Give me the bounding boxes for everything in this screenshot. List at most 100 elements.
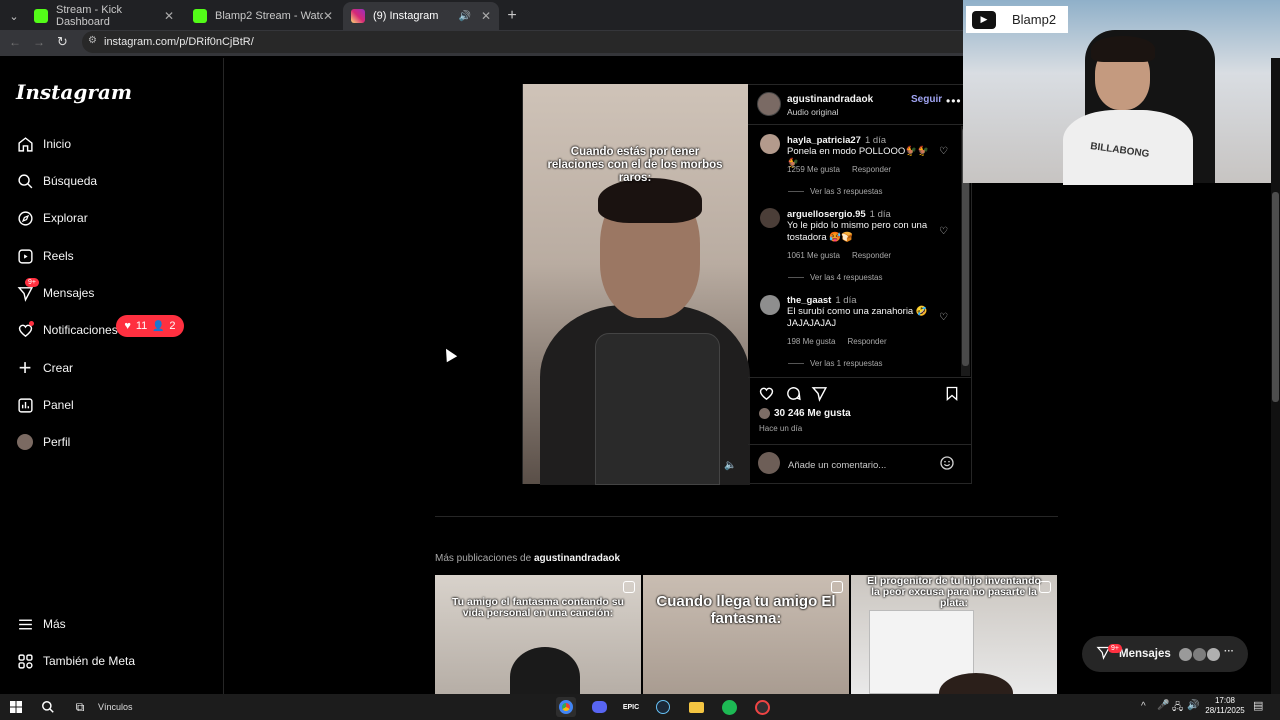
divider (748, 124, 972, 125)
page-scrollbar-thumb[interactable] (1272, 192, 1279, 402)
unread-badge: 9+ (25, 278, 39, 287)
liker-avatar (759, 408, 770, 419)
task-view-icon[interactable]: ⧉ (70, 697, 90, 717)
person-icon: 👤 (152, 320, 165, 332)
emoji-icon[interactable] (939, 455, 955, 476)
view-replies-button[interactable]: Ver las 4 respuestas (788, 273, 882, 282)
meta-icon (16, 652, 34, 670)
notifications-summary-pill[interactable]: ♥ 11 👤 2 (116, 315, 184, 337)
likes-count[interactable]: 30 246 Me gusta (759, 408, 851, 419)
comment-bubble-icon[interactable] (785, 385, 802, 407)
comment-input[interactable] (788, 458, 928, 472)
view-replies-button[interactable]: Ver las 1 respuestas (788, 359, 882, 368)
more-post-thumbnail[interactable]: Cuando llega tu amigo El fantasma: (643, 575, 849, 694)
more-post-thumbnail[interactable]: El progenitor de tu hijo inventando la p… (851, 575, 1057, 694)
comment-like-heart-icon[interactable]: ♡ (939, 146, 948, 157)
instagram-favicon-icon (351, 9, 365, 23)
comment-text: El surubí como una zanahoria 🤣 JAJAJAJAJ (787, 306, 928, 329)
more-icon: ··· (1224, 646, 1234, 657)
notification-center-icon[interactable]: ▤ (1253, 699, 1263, 712)
avatar (16, 433, 34, 451)
thumbnail-person (510, 647, 580, 694)
tab-search-dropdown[interactable]: ⌄ (4, 2, 24, 30)
more-options-icon[interactable]: ••• (946, 94, 962, 108)
reel-icon (1039, 581, 1051, 593)
spotify-icon[interactable] (719, 697, 739, 717)
windows-start-icon[interactable] (6, 697, 26, 717)
sidebar-item-crear[interactable]: + Crear (16, 355, 73, 381)
volume-icon[interactable]: 🔊 (1187, 700, 1199, 711)
tray-overflow-chevron-icon[interactable]: ^ (1141, 701, 1146, 712)
video-air-fryer (595, 333, 720, 485)
taskbar-links-toolbar[interactable]: Vínculos (98, 702, 133, 712)
file-explorer-icon[interactable] (686, 697, 706, 717)
chart-icon (16, 396, 34, 414)
epic-games-icon[interactable]: EPIC (621, 697, 641, 717)
tab-blamp2-stream[interactable]: Blamp2 Stream - Watch Live on ✕ (185, 2, 341, 30)
discord-icon[interactable] (589, 697, 609, 717)
sidebar-item-mas[interactable]: Más (16, 611, 66, 637)
steam-icon[interactable] (653, 697, 673, 717)
video-caption-overlay: Cuando estás por tener relaciones con el… (547, 146, 723, 184)
comment-username[interactable]: arguellosergio.95 1 día (787, 209, 891, 220)
comment-username[interactable]: hayla_patricia27 1 día (787, 135, 886, 146)
obs-icon[interactable] (752, 697, 772, 717)
comment-avatar[interactable] (760, 208, 780, 228)
more-posts-heading: Más publicaciones de agustinandradaok (435, 553, 621, 564)
comment-avatar[interactable] (760, 295, 780, 315)
messages-floating-button[interactable]: 9+ Mensajes ··· (1082, 636, 1248, 672)
post-audio-label[interactable]: Audio original (787, 107, 839, 117)
tab-kick-dashboard[interactable]: Stream - Kick Dashboard ✕ (26, 2, 182, 30)
sidebar-item-notificaciones[interactable]: Notificaciones (16, 317, 118, 343)
sidebar-item-busqueda[interactable]: Búsqueda (16, 168, 97, 194)
microphone-icon[interactable]: 🎤 (1157, 700, 1169, 711)
divider (748, 444, 972, 445)
webcam-channel-label: ▶ Blamp2 (966, 6, 1069, 33)
comment-like-heart-icon[interactable]: ♡ (939, 226, 948, 237)
author-avatar[interactable] (757, 92, 781, 116)
sidebar-item-perfil[interactable]: Perfil (16, 429, 70, 455)
sidebar-item-panel[interactable]: Panel (16, 392, 74, 418)
address-bar[interactable]: ⚙ instagram.com/p/DRif0nCjBtR/ (82, 31, 982, 53)
new-tab-button[interactable]: + (502, 2, 522, 30)
youtube-icon: ▶ (972, 10, 996, 29)
like-heart-icon[interactable] (758, 385, 775, 407)
menu-icon (16, 615, 34, 633)
back-icon[interactable]: ← (9, 35, 21, 49)
home-icon (16, 135, 34, 153)
close-icon[interactable]: ✕ (481, 9, 491, 23)
network-icon[interactable]: 🖧 (1172, 700, 1183, 717)
tab-instagram[interactable]: (9) Instagram 🔊 ✕ (343, 2, 499, 30)
bookmark-icon[interactable] (944, 385, 960, 407)
chrome-icon[interactable] (556, 697, 576, 717)
close-icon[interactable]: ✕ (323, 9, 333, 23)
taskbar-clock[interactable]: 17:08 28/11/2025 (1200, 696, 1250, 716)
reel-icon (623, 581, 635, 593)
sidebar-item-inicio[interactable]: Inicio (16, 131, 71, 157)
share-icon[interactable] (811, 385, 828, 407)
volume-icon[interactable]: 🔈 (724, 460, 736, 471)
kick-favicon-icon (193, 9, 207, 23)
sidebar-item-tambien-de-meta[interactable]: También de Meta (16, 648, 135, 674)
post-author[interactable]: agustinandradaok (787, 94, 873, 105)
view-replies-button[interactable]: Ver las 3 respuestas (788, 187, 882, 196)
mouse-cursor (440, 345, 458, 363)
reload-icon[interactable]: ↻ (57, 34, 68, 50)
sidebar-item-reels[interactable]: Reels (16, 243, 74, 269)
instagram-logo[interactable]: Instagram (16, 80, 132, 104)
sidebar-item-mensajes[interactable]: 9+ Mensajes (16, 278, 94, 306)
comment-username[interactable]: the_gaast 1 día (787, 295, 857, 306)
more-post-thumbnail[interactable]: Tu amigo el fantasma contando su vida pe… (435, 575, 641, 694)
sidebar-item-explorar[interactable]: Explorar (16, 205, 88, 231)
divider (435, 516, 1058, 517)
comment-avatar[interactable] (760, 134, 780, 154)
comment-like-heart-icon[interactable]: ♡ (939, 312, 948, 323)
taskbar-search-icon[interactable] (38, 697, 58, 717)
plus-icon: + (18, 355, 32, 380)
close-icon[interactable]: ✕ (164, 9, 174, 23)
speaker-icon[interactable]: 🔊 (458, 11, 470, 22)
site-info-icon[interactable]: ⚙ (88, 35, 97, 46)
forward-icon[interactable]: → (33, 35, 45, 49)
follow-button[interactable]: Seguir (911, 94, 942, 105)
search-icon (16, 172, 34, 190)
